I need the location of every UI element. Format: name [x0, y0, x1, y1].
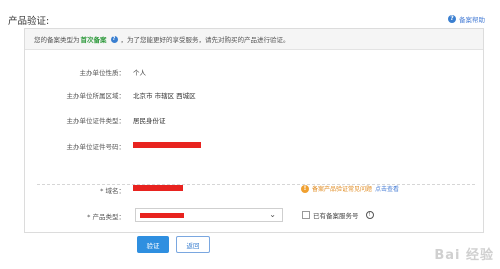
info-label-id-type: 主办单位证件类型： [66, 117, 126, 125]
id-number-redaction [133, 142, 201, 148]
warning-icon: ! [301, 184, 309, 193]
watermark: Bai 经验 [434, 248, 494, 263]
domain-input[interactable] [133, 183, 191, 192]
info-label-id-number: 主办单位证件号码： [66, 143, 126, 151]
info-label-org-region: 主办单位所属区域： [66, 92, 126, 100]
product-type-label: * 产品类型： [87, 213, 125, 221]
verify-button[interactable]: 验证 [137, 236, 169, 253]
info-icon[interactable]: ! [365, 211, 374, 219]
product-type-select[interactable]: ⌄ [135, 208, 283, 222]
notice-bar: 您的备案类型为 首次备案 ? ，为了您能更好的享受服务，请先对购买的产品进行验证… [25, 29, 483, 50]
page-title: 产品验证: [8, 16, 50, 27]
domain-redaction [133, 185, 183, 191]
notice-suffix: ，为了您能更好的享受服务，请先对购买的产品进行验证。 [120, 36, 290, 44]
help-icon: ? [448, 15, 456, 23]
back-button[interactable]: 返回 [176, 236, 210, 253]
notice-prefix: 您的备案类型为 [34, 36, 80, 44]
filing-type: 首次备案 [80, 36, 107, 44]
chevron-down-icon: ⌄ [269, 210, 276, 219]
info-value-id-type: 居民身份证 [133, 117, 166, 125]
info-value-org-nature: 个人 [133, 69, 146, 77]
faq-link[interactable]: 点击查看 [375, 184, 399, 193]
help-link[interactable]: ? 备案帮助 [448, 14, 485, 24]
existing-service-option[interactable]: 已有备案服务号 ! [302, 210, 374, 220]
product-type-redaction [140, 213, 184, 218]
faq-tip-text: 备案产品验证常见问题 [312, 186, 373, 193]
verification-panel: 您的备案类型为 首次备案 ? ，为了您能更好的享受服务，请先对购买的产品进行验证… [24, 28, 484, 233]
existing-service-checkbox[interactable] [302, 211, 310, 219]
filing-type-help-icon[interactable]: ? [110, 35, 118, 43]
existing-service-label: 已有备案服务号 [313, 212, 359, 220]
info-label-org-nature: 主办单位性质： [79, 69, 126, 77]
faq-tip: ! 备案产品验证常见问题 点击查看 [301, 184, 399, 193]
domain-label: * 域名： [100, 187, 125, 195]
info-value-org-region: 北京市 市辖区 西城区 [133, 92, 196, 100]
help-label: 备案帮助 [459, 16, 485, 24]
